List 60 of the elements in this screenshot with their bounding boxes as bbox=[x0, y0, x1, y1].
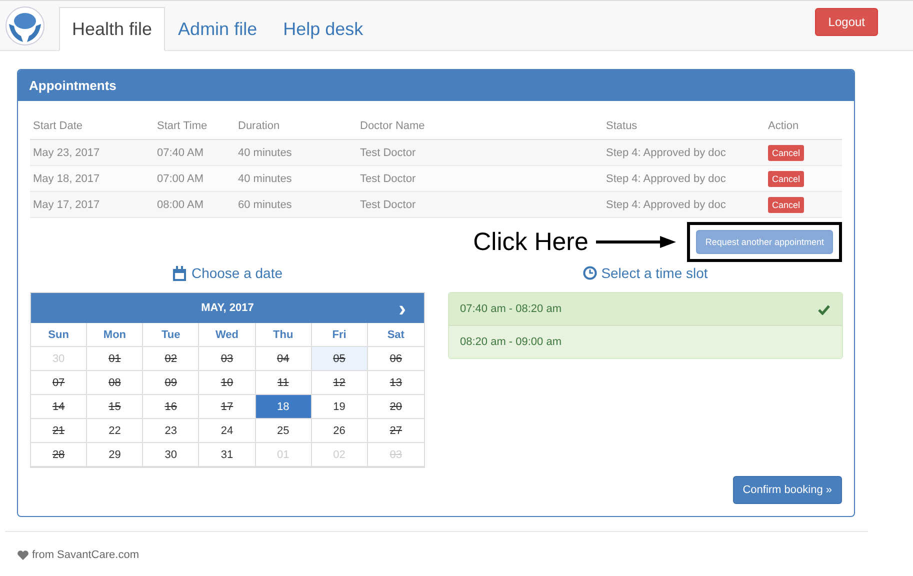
table-cell-text: Step 4: Approved by doc bbox=[605, 172, 727, 184]
confirm-booking-button[interactable]: Confirm booking » bbox=[732, 476, 842, 504]
time-slot[interactable]: 08:20 am - 09:00 am bbox=[449, 326, 842, 358]
table-cell-text: May 18, 2017 bbox=[32, 172, 101, 184]
section-heading: Select a time slot bbox=[601, 265, 708, 281]
column-header: Doctor Name bbox=[359, 120, 426, 132]
table-cell-text: Test Doctor bbox=[359, 172, 417, 184]
footer-text: from SavantCare.com bbox=[32, 549, 139, 561]
nav-tab[interactable]: Admin file bbox=[165, 7, 270, 51]
nav-tab[interactable]: Help desk bbox=[270, 7, 376, 51]
annotation-label: Click Here bbox=[473, 228, 588, 256]
table-cell-text: 07:40 AM bbox=[156, 146, 204, 158]
weekday-label: Thu bbox=[256, 323, 312, 347]
table-cell-text: Test Doctor bbox=[359, 146, 417, 158]
month-label: MAY, 2017 bbox=[201, 302, 254, 314]
table-cell-text: Step 4: Approved by doc bbox=[605, 198, 727, 210]
calendar-day[interactable]: 25 bbox=[256, 419, 312, 443]
calendar-day[interactable]: 24 bbox=[199, 419, 256, 443]
table-cell-text: 60 minutes bbox=[237, 198, 293, 210]
table-cell-text: 08:00 AM bbox=[156, 198, 204, 210]
next-month-button[interactable]: › bbox=[398, 296, 406, 322]
calendar-icon bbox=[172, 266, 188, 280]
weekday-label: Sat bbox=[368, 323, 424, 347]
column-header: Status bbox=[605, 120, 638, 132]
calendar-day[interactable]: 18 bbox=[256, 395, 312, 419]
table-cell-text: Step 4: Approved by doc bbox=[605, 146, 727, 158]
table-cell-text: 40 minutes bbox=[237, 172, 293, 184]
table-cell-text: May 23, 2017 bbox=[32, 146, 101, 158]
slot-time: 07:40 am - 08:20 am bbox=[460, 303, 562, 315]
table-cell-text: May 17, 2017 bbox=[32, 198, 101, 210]
calendar-day[interactable]: 31 bbox=[199, 443, 256, 467]
cancel-button[interactable]: Cancel bbox=[768, 170, 804, 186]
calendar-day[interactable]: 19 bbox=[312, 395, 368, 419]
calendar-day[interactable]: 26 bbox=[312, 419, 368, 443]
section-heading: Choose a date bbox=[191, 265, 283, 281]
weekday-label: Mon bbox=[87, 323, 144, 347]
calendar-day[interactable]: 30 bbox=[143, 443, 200, 467]
column-header: Duration bbox=[237, 120, 281, 132]
check-icon bbox=[818, 304, 830, 314]
weekday-label: Wed bbox=[199, 323, 256, 347]
cancel-button[interactable]: Cancel bbox=[768, 196, 804, 212]
calendar-day[interactable]: 29 bbox=[87, 443, 144, 467]
column-header: Start Time bbox=[156, 120, 208, 132]
slot-time: 08:20 am - 09:00 am bbox=[460, 336, 562, 348]
column-header: Start Date bbox=[32, 120, 84, 132]
table-cell-text: Test Doctor bbox=[359, 198, 417, 210]
heart-icon bbox=[17, 550, 29, 560]
time-slot[interactable]: 07:40 am - 08:20 am bbox=[449, 293, 842, 326]
logout-button[interactable]: Logout bbox=[815, 8, 878, 36]
panel-title: Appointments bbox=[18, 70, 854, 101]
nav-tab[interactable]: Health file bbox=[59, 7, 166, 51]
weekday-label: Tue bbox=[143, 323, 200, 347]
clock-icon bbox=[583, 266, 598, 280]
calendar-day[interactable]: 22 bbox=[87, 419, 144, 443]
column-header: Action bbox=[767, 120, 800, 132]
cancel-button[interactable]: Cancel bbox=[768, 144, 804, 160]
table-cell-text: 07:00 AM bbox=[156, 172, 204, 184]
calendar-day[interactable]: 23 bbox=[143, 419, 200, 443]
weekday-label: Sun bbox=[31, 323, 88, 347]
table-cell-text: 40 minutes bbox=[237, 146, 293, 158]
